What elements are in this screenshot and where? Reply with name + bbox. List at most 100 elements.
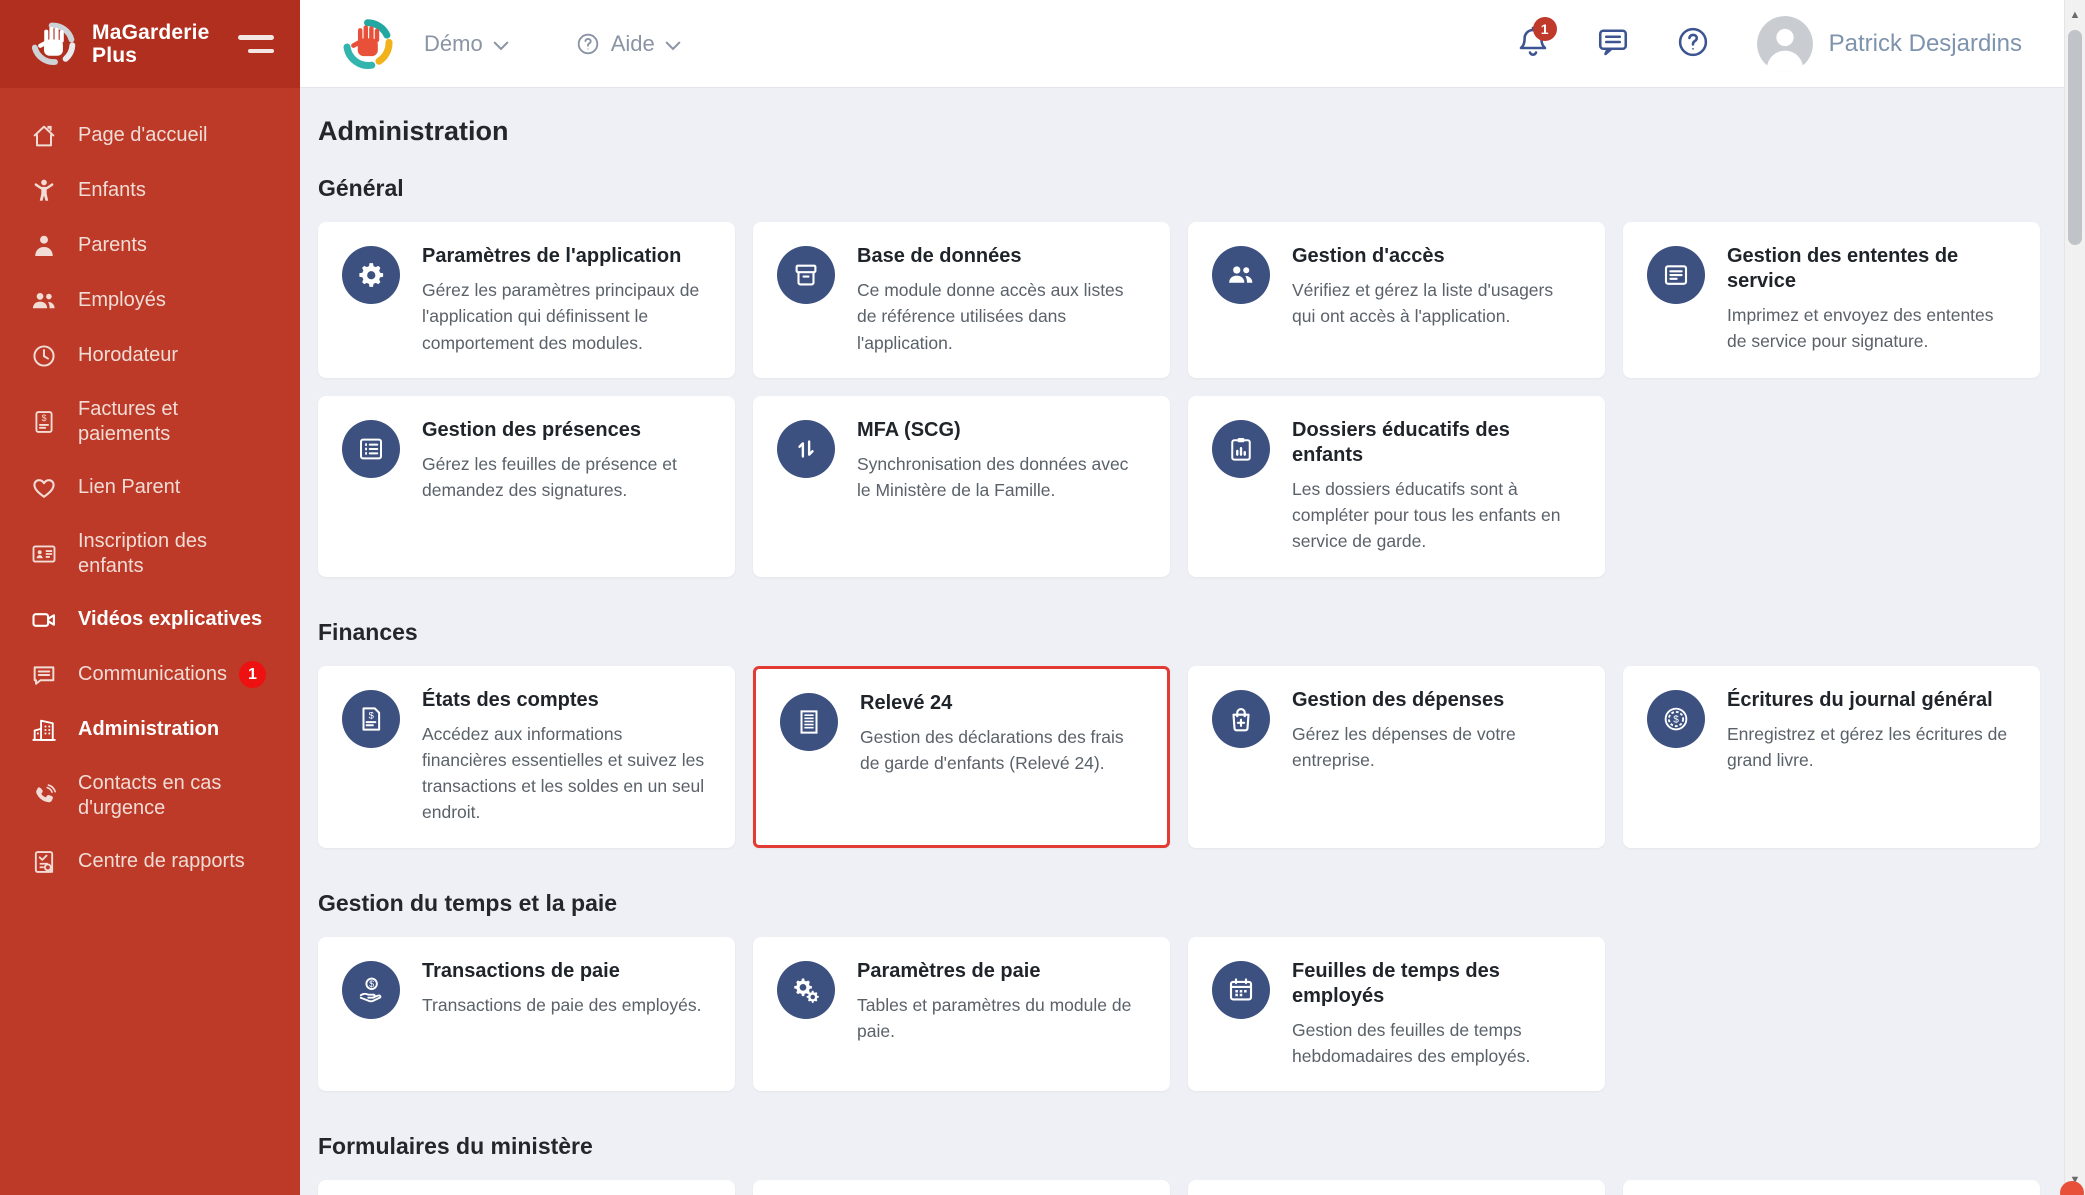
scroll-up-arrow[interactable]: ▲ [2065,2,2085,28]
sidebar-item-videos-explicatives[interactable]: Vidéos explicatives [0,592,300,647]
page-title: Administration [318,116,2040,147]
sidebar-item-centre-de-rapports[interactable]: Centre de rapports [0,834,300,889]
svg-text:$: $ [369,710,375,720]
card-title: Gestion des dépenses [1292,688,1581,713]
card-creme-d-oxyde-de-zinc[interactable]: Crème d'oxyde de zincProtocole non régle… [753,1180,1170,1195]
aide-dropdown[interactable]: Aide [575,31,681,57]
section-title: Gestion du temps et la paie [318,890,2040,917]
card-gestion-d-acces[interactable]: Gestion d'accèsVérifiez et gérez la list… [1188,222,1605,378]
card-etats-des-comptes[interactable]: $ États des comptesAccédez aux informatio… [318,666,735,848]
messages-button[interactable] [1593,24,1633,64]
card-dossiers-educatifs-des-enfants[interactable]: Dossiers éducatifs des enfantsLes dossie… [1188,396,1605,577]
gear-icon [342,246,400,304]
card-gestion-des-ententes-de-service[interactable]: Gestion des ententes de serviceImprimez … [1623,222,2040,378]
card-description: Imprimez et envoyez des ententes de serv… [1727,302,2016,355]
help-button[interactable] [1673,24,1713,64]
main-content: Administration GénéralParamètres de l'ap… [300,88,2064,1195]
sidebar-item-label: Enfants [78,178,146,203]
avatar[interactable] [1757,16,1813,72]
parent-icon [30,232,58,260]
demo-dropdown[interactable]: Démo [424,31,509,57]
card-body: Paramètres de l'application Gérez les par… [422,244,711,356]
clock-icon [30,342,58,370]
card-description: Gérez les dépenses de votre entreprise. [1292,721,1581,774]
card-gestion-des-presences[interactable]: Gestion des présencesGérez les feuilles … [318,396,735,577]
card-description: Gestion des feuilles de temps hebdomadai… [1292,1017,1581,1070]
coin-icon: $ [1647,690,1705,748]
card-cremes-solaires-sans-paba[interactable]: Crèmes solaires sans PABAProtocole non r… [1188,1180,1605,1195]
card-body: Paramètres de paieTables et paramètres d… [857,959,1146,1045]
video-icon [30,606,58,634]
card-body: Gestion d'accèsVérifiez et gérez la list… [1292,244,1581,330]
sidebar-item-label: Page d'accueil [78,123,207,148]
card-acetaminophene[interactable]: AcétaminophèneProtocole pour l'administr… [318,1180,735,1195]
svg-text:$: $ [42,412,47,422]
topbar: Démo Aide [300,0,2064,88]
sidebar-item-label: Horodateur [78,343,178,368]
chevron-down-icon [665,40,681,51]
aide-dropdown-label: Aide [611,31,655,57]
svg-text:$: $ [1673,714,1679,725]
card-description: Gérez les paramètres principaux de l'app… [422,277,711,356]
sidebar-item-lien-parent[interactable]: Lien Parent [0,460,300,515]
sidebar-item-communications[interactable]: Communications1 [0,647,300,702]
card-title: Paramètres de l'application [422,244,711,269]
card-gestion-des-depenses[interactable]: Gestion des dépenses Gérez les dépenses d… [1188,666,1605,848]
sidebar-item-parents[interactable]: Parents [0,218,300,273]
card-base-de-donnees[interactable]: Base de donnéesCe module donne accès aux… [753,222,1170,378]
sidebar-item-label: Communications [78,662,227,687]
sidebar-item-contacts-en-cas-d-urgence[interactable]: Contacts en cas d'urgence [0,757,300,834]
card-description: Tables et paramètres du module de paie. [857,992,1146,1045]
card-parametres-de-l-application[interactable]: Paramètres de l'application Gérez les par… [318,222,735,378]
sidebar-item-label: Vidéos explicatives [78,607,262,632]
sidebar-item-inscription-des-enfants[interactable]: Inscription des enfants [0,515,300,592]
question-circle-icon [1675,24,1711,60]
section-formulaires-du-ministere: Formulaires du ministèreAcétaminophènePr… [318,1133,2040,1195]
cards-grid: $ États des comptesAccédez aux informatio… [318,666,2040,848]
sidebar-item-factures-et-paiements[interactable]: $Factures et paiements [0,383,300,460]
card-title: États des comptes [422,688,711,713]
sidebar-item-label: Lien Parent [78,475,180,500]
clipboard-chart-icon [1212,420,1270,478]
content-column: Démo Aide [300,0,2064,1195]
sidebar-item-horodateur[interactable]: Horodateur [0,328,300,383]
scrollbar[interactable]: ▲ ▼ [2064,0,2085,1195]
notification-count-badge: 1 [1533,17,1557,41]
card-feuilles-de-temps-des-employes[interactable]: Feuilles de temps des employésGestion de… [1188,937,1605,1092]
chevron-down-icon [493,40,509,51]
card-description: Vérifiez et gérez la liste d'usagers qui… [1292,277,1581,330]
card-title: Base de données [857,244,1146,269]
user-name[interactable]: Patrick Desjardins [1829,30,2022,58]
card-parametres-de-paie[interactable]: Paramètres de paieTables et paramètres d… [753,937,1170,1092]
section-finances: Finances $ États des comptesAccédez aux in… [318,619,2040,848]
sidebar-item-enfants[interactable]: Enfants [0,163,300,218]
cards-grid: AcétaminophèneProtocole pour l'administr… [318,1180,2040,1195]
sidebar-item-page-d-accueil[interactable]: Page d'accueil [0,108,300,163]
section-title: Finances [318,619,2040,646]
sidebar-item-administration[interactable]: Administration [0,702,300,757]
sections-container: GénéralParamètres de l'applicationGérez … [318,175,2040,1195]
card-releve-24[interactable]: Relevé 24Gestion des déclarations des fr… [753,666,1170,848]
sidebar-item-label: Inscription des enfants [78,529,268,579]
card-body: Gestion des présencesGérez les feuilles … [422,418,711,504]
card-body: Feuilles de temps des employésGestion de… [1292,959,1581,1070]
card-title: Dossiers éducatifs des enfants [1292,418,1581,468]
card-mfa-scg[interactable]: MFA (SCG)Synchronisation des données ave… [753,396,1170,577]
sidebar-item-label: Centre de rapports [78,849,245,874]
document-icon [1647,246,1705,304]
card-body: États des comptesAccédez aux information… [422,688,711,826]
people-icon [30,287,58,315]
card-description: Synchronisation des données avec le Mini… [857,451,1146,504]
notifications-button[interactable]: 1 [1513,24,1553,64]
card-ecritures-du-journal-general[interactable]: $Écritures du journal généralEnregistrez… [1623,666,2040,848]
bag-icon [1212,690,1270,748]
card-insectifuge[interactable]: InsectifugeProtocole pour l'application … [1623,1180,2040,1195]
scrollbar-thumb[interactable] [2068,30,2082,245]
menu-toggle-icon[interactable] [236,29,276,59]
cards-grid: Paramètres de l'application Gérez les par… [318,222,2040,577]
chat-icon [1595,24,1631,60]
card-transactions-de-paie[interactable]: $Transactions de paieTransactions de pai… [318,937,735,1092]
card-body: Dossiers éducatifs des enfantsLes dossie… [1292,418,1581,555]
sidebar-item-employes[interactable]: Employés [0,273,300,328]
card-body: Gestion des dépenses Gérez les dépenses d… [1292,688,1581,774]
